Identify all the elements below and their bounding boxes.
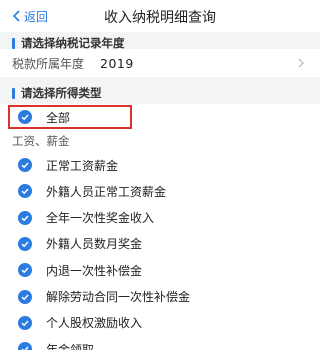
check-icon	[18, 184, 32, 199]
check-icon	[18, 289, 32, 304]
type-section-title: 请选择所得类型	[21, 86, 102, 100]
list-item[interactable]: 全年一次性奖金收入	[0, 205, 320, 231]
list-item[interactable]: 外籍人员正常工资薪金	[0, 178, 320, 204]
check-icon	[18, 158, 32, 172]
list-item-label: 外籍人员正常工资薪金	[46, 184, 167, 199]
group-label: 工资、薪金	[12, 134, 70, 148]
list-item-label: 外籍人员数月奖金	[46, 237, 143, 252]
list-item[interactable]: 外籍人员数月奖金	[0, 231, 320, 257]
list-item-label: 正常工资薪金	[46, 158, 119, 173]
list-item[interactable]: 个人股权激励收入	[0, 310, 320, 336]
type-section-header: 请选择所得类型	[0, 80, 320, 106]
check-icon	[18, 342, 32, 350]
list-item[interactable]: 正常工资薪金	[0, 152, 320, 178]
check-icon	[18, 210, 32, 225]
list-item-label: 全年一次性奖金收入	[46, 211, 155, 226]
list-item[interactable]: 解除劳动合同一次性补偿金	[0, 284, 320, 310]
page-title: 收入纳税明细查询	[104, 10, 216, 26]
list-item-label: 年金领取	[46, 342, 95, 350]
list-item-label: 个人股权激励收入	[46, 316, 143, 331]
section-bar	[12, 37, 15, 49]
check-icon	[18, 315, 32, 330]
list-item-label: 内退一次性补偿金	[46, 263, 143, 278]
check-icon	[18, 236, 32, 251]
list-item[interactable]: 内退一次性补偿金	[0, 257, 320, 283]
highlight-box	[8, 105, 132, 129]
nav-bar: 返回 收入纳税明细查询	[0, 0, 320, 32]
section-bar	[12, 87, 15, 99]
tax-year-value: 2019	[100, 55, 134, 71]
tax-year-selector[interactable]: 税款所属年度 2019	[0, 49, 320, 77]
tax-year-label: 税款所属年度	[12, 56, 85, 71]
list-item-label: 解除劳动合同一次性补偿金	[46, 290, 191, 304]
check-icon	[18, 263, 32, 278]
chevron-right-icon	[298, 58, 304, 68]
list-item[interactable]: 年金领取	[0, 336, 320, 350]
